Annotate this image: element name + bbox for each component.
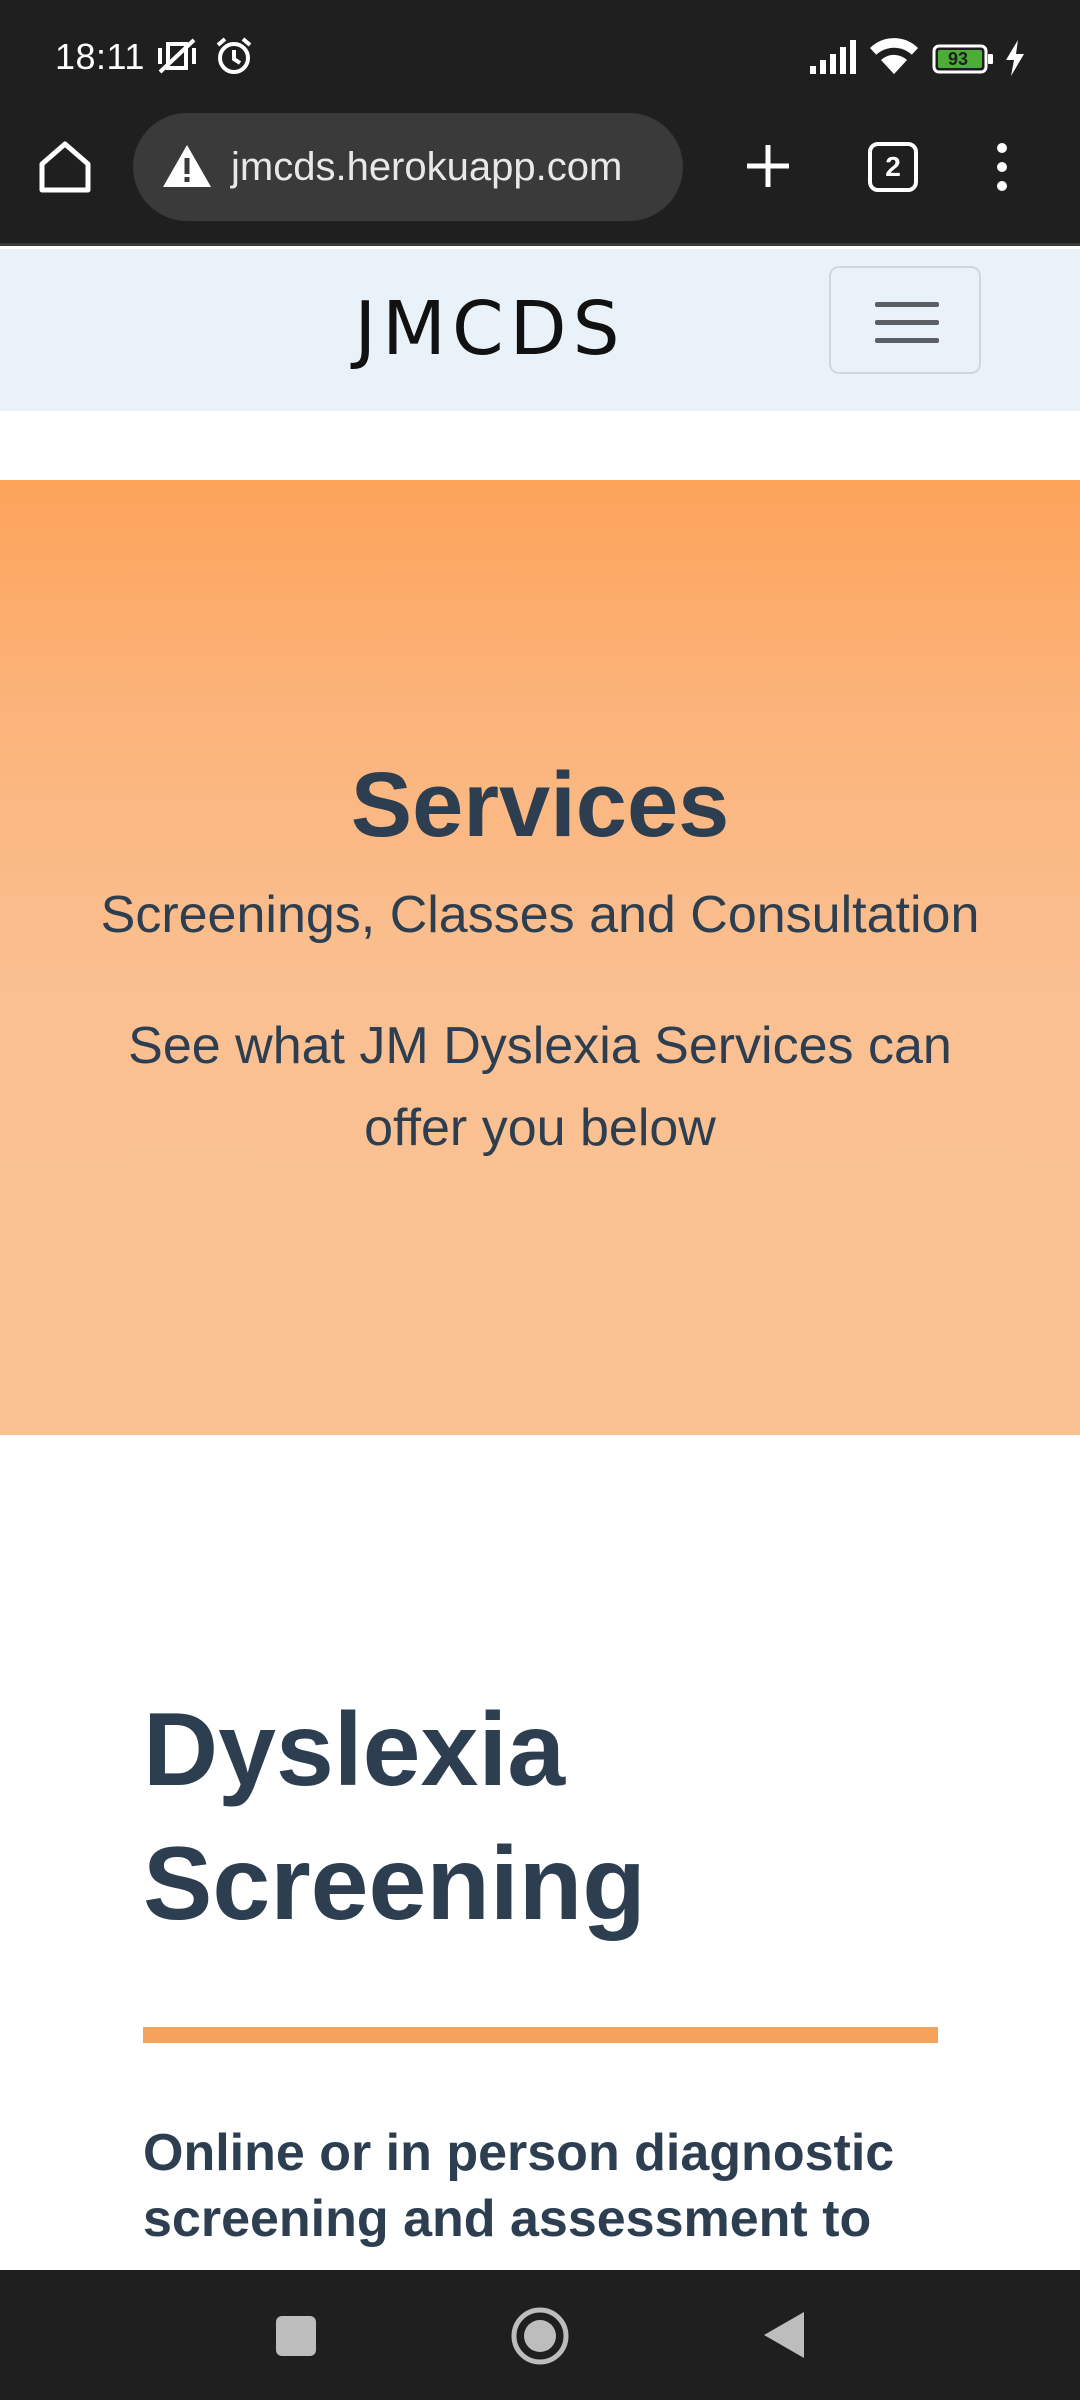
status-time: 18:11 bbox=[55, 36, 145, 77]
new-tab-icon[interactable] bbox=[743, 141, 793, 191]
warning-icon[interactable] bbox=[161, 143, 213, 189]
signal-icon bbox=[810, 40, 856, 74]
status-bar: 18:11 93 bbox=[0, 0, 1080, 110]
section-title: Dyslexia Screening bbox=[143, 1692, 646, 1942]
recents-icon[interactable] bbox=[274, 2314, 318, 2358]
hero-banner: Services Screenings, Classes and Consult… bbox=[0, 480, 1080, 1435]
browser-toolbar: jmcds.herokuapp.com 2 bbox=[0, 110, 1080, 246]
more-menu-icon[interactable] bbox=[992, 142, 1012, 192]
tab-count: 2 bbox=[885, 151, 901, 182]
hamburger-icon bbox=[875, 302, 939, 307]
hero-title: Services bbox=[350, 754, 730, 856]
site-navbar: JMCDS bbox=[0, 249, 1080, 411]
brand-logo[interactable]: JMCDS bbox=[340, 284, 640, 374]
hero-text: See what JM Dyslexia Services can offer … bbox=[128, 1017, 952, 1157]
back-icon[interactable] bbox=[760, 2310, 806, 2360]
hero-subtitle: Screenings, Classes and Consultation bbox=[100, 886, 980, 944]
system-nav-bar bbox=[0, 2270, 1080, 2400]
vibrate-off-icon bbox=[158, 38, 196, 74]
battery-level: 93 bbox=[947, 49, 969, 69]
hamburger-icon-line bbox=[875, 320, 939, 325]
address-bar[interactable]: jmcds.herokuapp.com bbox=[133, 113, 683, 221]
hamburger-icon-line bbox=[875, 338, 939, 343]
url-text[interactable]: jmcds.herokuapp.com bbox=[231, 113, 622, 221]
charging-icon bbox=[1006, 40, 1024, 76]
tab-switcher-button[interactable]: 2 bbox=[868, 142, 918, 192]
battery-icon: 93 bbox=[932, 44, 994, 74]
home-nav-icon[interactable] bbox=[510, 2306, 570, 2366]
section-divider bbox=[143, 2027, 938, 2043]
home-icon[interactable] bbox=[36, 138, 94, 196]
alarm-icon bbox=[216, 37, 252, 74]
section-lead: Online or in person diagnostic screening… bbox=[143, 2124, 895, 2248]
hamburger-menu-button[interactable] bbox=[829, 266, 981, 374]
wifi-icon bbox=[870, 38, 918, 74]
